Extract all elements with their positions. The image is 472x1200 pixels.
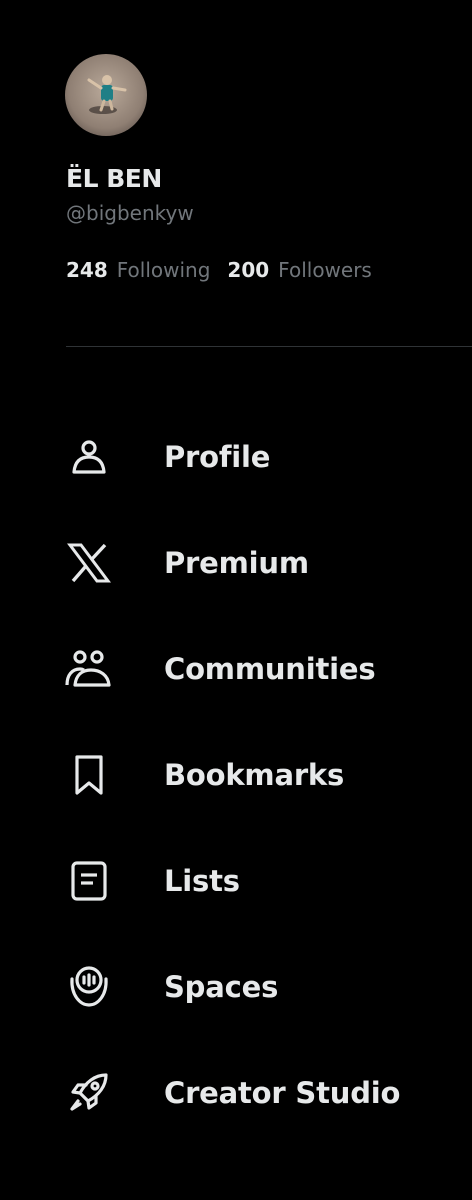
list-icon [64,856,114,906]
communities-icon [64,644,114,694]
follow-stats: 248 Following 200 Followers [66,258,372,282]
nav-label-bookmarks: Bookmarks [164,758,345,792]
nav-label-profile: Profile [164,440,271,474]
nav-label-creator-studio: Creator Studio [164,1076,401,1110]
nav-item-lists[interactable]: Lists [0,828,472,934]
display-name: ËL BEN [66,164,162,193]
nav-item-premium[interactable]: Premium [0,510,472,616]
nav-item-profile[interactable]: Profile [0,404,472,510]
following-count: 248 [66,258,108,282]
rocket-icon [64,1068,114,1118]
bookmark-icon [64,750,114,800]
nav-label-spaces: Spaces [164,970,279,1004]
nav-label-communities: Communities [164,652,376,686]
avatar-photo [65,54,147,136]
nav-item-creator-studio[interactable]: Creator Studio [0,1040,472,1146]
nav-label-premium: Premium [164,546,309,580]
following-link[interactable]: 248 Following [66,258,210,282]
nav-item-communities[interactable]: Communities [0,616,472,722]
nav-label-lists: Lists [164,864,240,898]
avatar[interactable] [65,54,147,136]
user-handle: @bigbenkyw [66,201,194,225]
nav-item-bookmarks[interactable]: Bookmarks [0,722,472,828]
divider [66,346,472,347]
followers-label: Followers [278,258,372,282]
x-logo-icon [64,538,114,588]
person-icon [64,432,114,482]
following-label: Following [116,258,211,282]
followers-count: 200 [227,258,270,282]
side-drawer: ËL BEN @bigbenkyw 248 Following 200 Foll… [0,0,472,1200]
nav-item-spaces[interactable]: Spaces [0,934,472,1040]
spaces-icon [64,962,114,1012]
followers-link[interactable]: 200 Followers [227,258,371,282]
